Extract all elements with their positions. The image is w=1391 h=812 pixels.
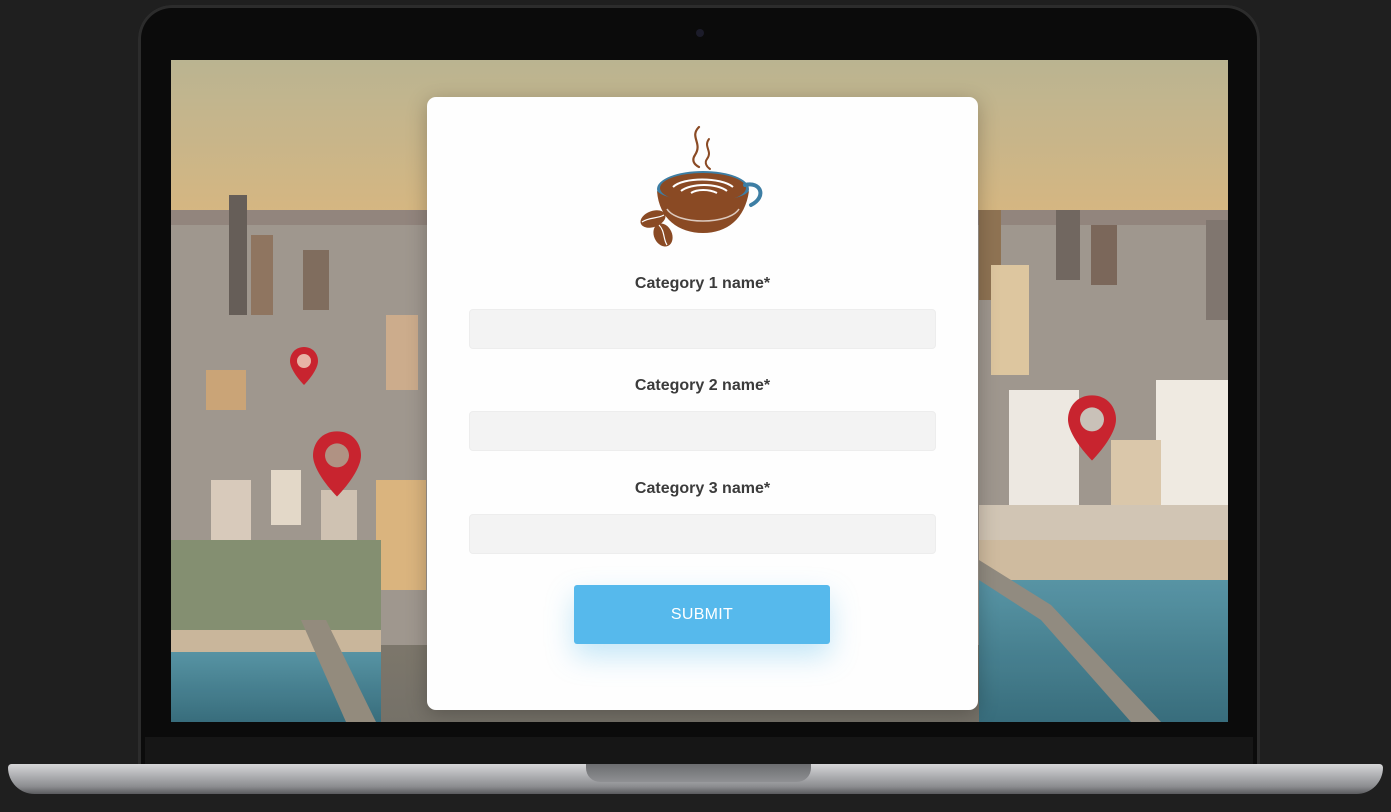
category-3-input[interactable]	[469, 514, 936, 554]
category-2-input[interactable]	[469, 411, 936, 451]
category-1-label: Category 1 name*	[634, 275, 771, 292]
map-pin-icon	[1068, 395, 1116, 461]
category-form-card: Category 1 name* Category 2 name* Catego…	[427, 97, 978, 710]
laptop-camera	[696, 29, 704, 37]
coffee-cup-logo	[640, 125, 763, 247]
category-1-input[interactable]	[469, 309, 936, 349]
laptop-screen: Category 1 name* Category 2 name* Catego…	[171, 60, 1228, 722]
laptop-base-notch	[586, 764, 811, 782]
laptop-chin	[145, 737, 1253, 767]
category-3-label: Category 3 name*	[634, 480, 771, 497]
map-pin-icon	[290, 347, 318, 385]
submit-button[interactable]: SUBMIT	[574, 585, 830, 644]
map-pin-icon	[313, 431, 361, 497]
category-2-label: Category 2 name*	[634, 377, 771, 394]
